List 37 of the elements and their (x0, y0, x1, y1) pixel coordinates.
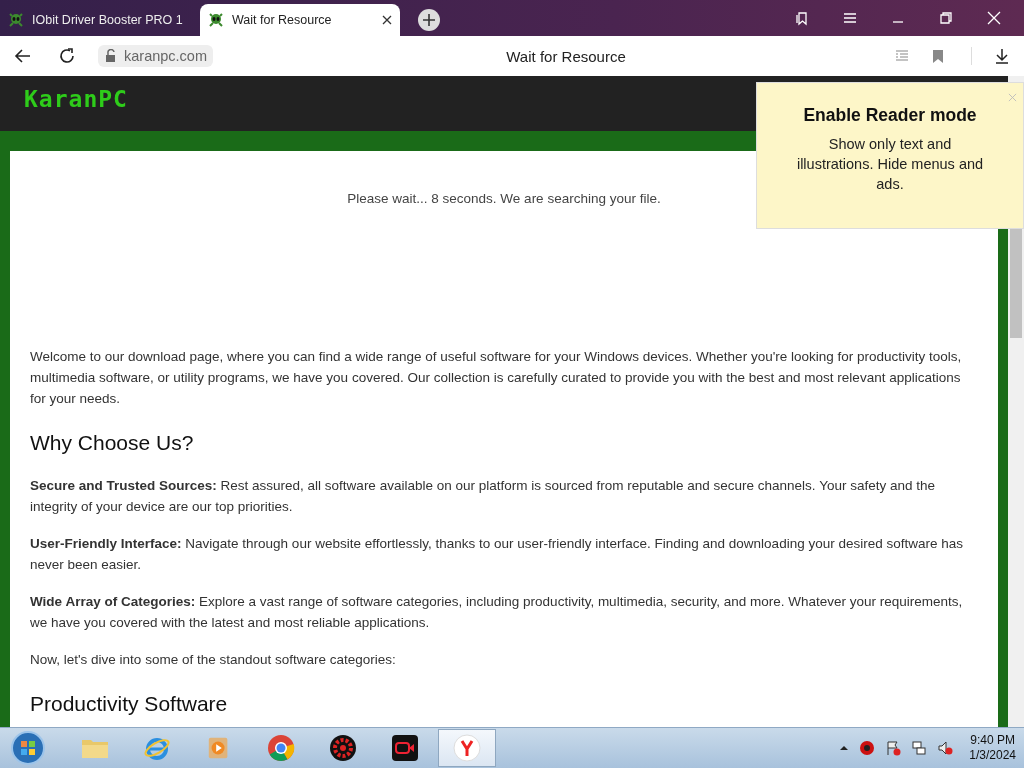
start-button[interactable] (10, 730, 46, 766)
bookmarks-icon[interactable] (794, 10, 810, 26)
wait-message: Please wait... 8 seconds. We are searching your file. (347, 191, 661, 206)
back-icon[interactable] (14, 47, 32, 65)
intro-paragraph: Welcome to our download page, where you can find a wide range of useful software for your Windows devices. Whether you're looking for productivity tools, multimedia software, or utility programs, we have you covered. Our collection is carefully curated to provide you with the best and most relevant applications for your needs. (30, 348, 963, 408)
section-heading: Why Choose Us? (30, 431, 195, 455)
popup-text: Show only text and illustrations. Hide menus and ads. (795, 135, 985, 194)
bookmark-icon[interactable] (931, 49, 945, 63)
clock-date[interactable]: 1/3/2024 (969, 748, 1016, 763)
outro-paragraph: Now, let's dive into some of the standout software categories: (30, 651, 397, 669)
restore-icon[interactable] (938, 10, 954, 26)
muted-speaker-icon[interactable] (937, 740, 954, 756)
download-icon[interactable] (994, 48, 1010, 64)
video-camera-icon (391, 734, 419, 762)
new-tab-icon[interactable] (418, 9, 440, 31)
popup-title: Enable Reader mode (802, 105, 978, 126)
alien-icon (208, 12, 224, 28)
chrome-icon (267, 734, 295, 762)
feature-paragraph: Secure and Trusted Sources: Rest assured, all software available on our platform is sourced from reputable and secure channels. Your safety and the integrity of your device are our top priorities. (30, 477, 936, 516)
section-heading: Productivity Software (30, 692, 229, 716)
lock-icon (104, 49, 118, 63)
close-icon[interactable] (382, 15, 392, 25)
reload-icon[interactable] (58, 47, 76, 65)
clock-time[interactable]: 9:40 PM (970, 733, 1015, 748)
scroll-thumb[interactable] (1010, 226, 1022, 338)
alien-icon (8, 12, 24, 28)
browser-tab[interactable]: IObit Driver Booster PRO 1 (0, 4, 200, 36)
menu-icon[interactable] (842, 10, 858, 26)
site-logo[interactable]: KaranPC (24, 85, 128, 112)
feature-paragraph: User-Friendly Interface: Navigate through our website effortlessly, thanks to our user-friendly interface. Finding and downloading your desired software has never been easier. (30, 535, 964, 574)
feature-paragraph: Wide Array of Categories: Explore a vast range of software categories, including productivity, multimedia, security, and more. Whatever your requirements, we have you covered with the latest and most reliable applications. (30, 593, 964, 632)
page-title: Wait for Resource (505, 47, 627, 65)
url-field[interactable]: karanpc.com (98, 45, 213, 67)
tray-arrow-icon[interactable] (839, 743, 850, 753)
browser-tab[interactable]: Wait for Resource (200, 4, 400, 36)
flag-icon[interactable] (885, 740, 902, 756)
network-icon[interactable] (911, 740, 928, 756)
